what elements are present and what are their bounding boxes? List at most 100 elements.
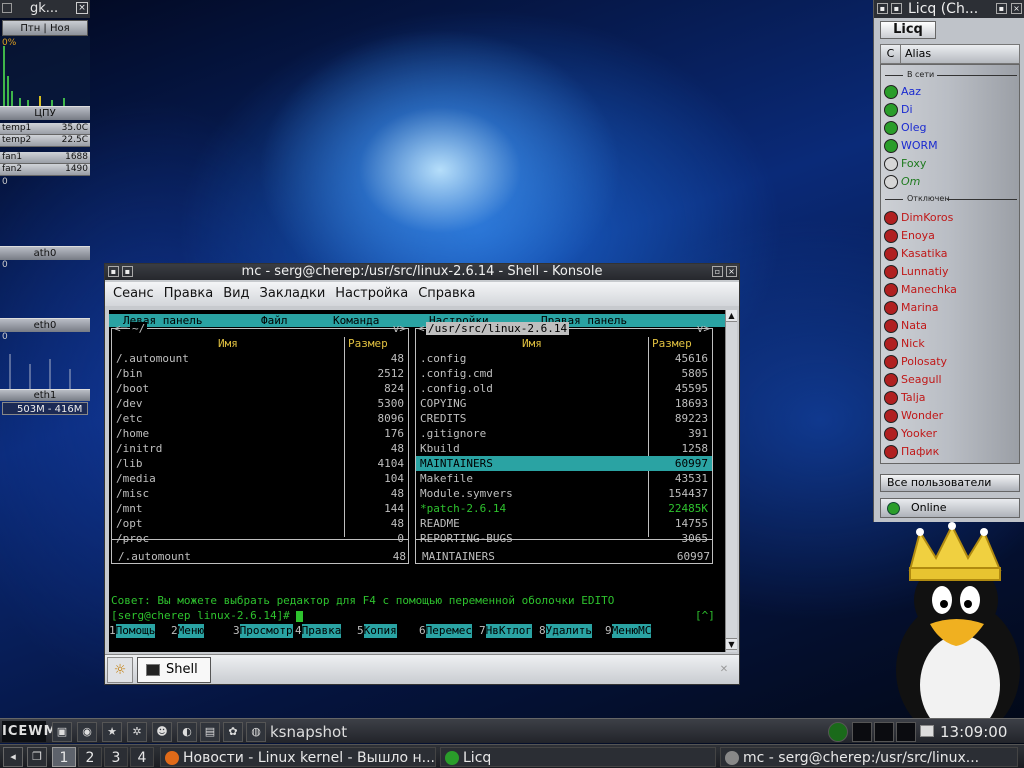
firefox-launcher-icon[interactable]: ◐ — [177, 722, 197, 742]
contact-item[interactable]: Enoya — [881, 227, 1019, 245]
file-row[interactable]: README 14755 — [416, 516, 712, 531]
file-row[interactable]: /dev 5300 — [112, 396, 408, 411]
column-status[interactable]: C — [881, 45, 901, 63]
new-session-button[interactable]: ☼ — [107, 657, 133, 683]
pin-icon[interactable]: ▪ — [891, 3, 902, 14]
licq-launcher-icon[interactable]: ✿ — [223, 722, 243, 742]
contact-item[interactable]: Yooker — [881, 425, 1019, 443]
file-row[interactable]: COPYING 18693 — [416, 396, 712, 411]
desktop-3-button[interactable]: 3 — [104, 747, 128, 767]
scroll-up-icon[interactable]: ▲ — [726, 310, 737, 322]
contact-item[interactable]: Lunnatiy — [881, 263, 1019, 281]
task-button[interactable]: Новости - Linux kernel - Вышло н... — [160, 747, 436, 767]
file-row[interactable]: /media 104 — [112, 471, 408, 486]
group-online[interactable]: В сети — [881, 69, 1019, 81]
tab-shell[interactable]: Shell — [137, 657, 211, 683]
shell-prompt[interactable]: [serg@cherep linux-2.6.14]# [^] — [111, 609, 715, 622]
snapshot-launcher-icon[interactable]: ◍ — [246, 722, 266, 742]
licq-titlebar[interactable]: ▪ ▪ Licq (Ch... ▪ × — [874, 0, 1024, 18]
users-launcher-icon[interactable]: ☻ — [152, 722, 172, 742]
fkey-button[interactable]: 7НвКтлог — [479, 624, 532, 638]
mail-icon[interactable] — [920, 725, 934, 737]
gkrellm-titlebar[interactable]: gk... × — [0, 0, 90, 18]
contact-item[interactable]: WORM — [881, 137, 1019, 155]
star-launcher-icon[interactable]: ★ — [102, 722, 122, 742]
contact-item[interactable]: Nata — [881, 317, 1019, 335]
contact-item[interactable]: Marina — [881, 299, 1019, 317]
maximize-icon[interactable]: ▫ — [712, 266, 723, 277]
menu-edit[interactable]: Правка — [159, 282, 218, 306]
file-row[interactable]: Kbuild 1258 — [416, 441, 712, 456]
file-row[interactable]: .config.cmd 5805 — [416, 366, 712, 381]
fkey-button[interactable]: 8Удалить — [539, 624, 592, 638]
fkey-button[interactable]: 9МенюMC — [605, 624, 652, 638]
menu-session[interactable]: Сеанс — [105, 282, 159, 306]
file-row[interactable]: /.automount 48 — [112, 351, 408, 366]
desktop-2-button[interactable]: 2 — [78, 747, 102, 767]
all-users-button[interactable]: Все пользователи — [880, 474, 1020, 492]
fkey-button[interactable]: 3Просмотр — [233, 624, 293, 638]
mc-right-panel[interactable]: < /usr/src/linux-2.6.14 v> Имя Размер MA… — [415, 322, 713, 564]
konsole-titlebar[interactable]: ▪ ▪ mc - serg@cherep:/usr/src/linux-2.6.… — [105, 264, 739, 280]
file-row[interactable]: .gitignore 391 — [416, 426, 712, 441]
group-offline[interactable]: Отключен — [881, 193, 1019, 205]
pin-icon[interactable] — [2, 3, 12, 13]
contact-item[interactable]: Talja — [881, 389, 1019, 407]
contact-item[interactable]: Nick — [881, 335, 1019, 353]
gear-launcher-icon[interactable]: ✲ — [127, 722, 147, 742]
file-row[interactable]: /lib 4104 — [112, 456, 408, 471]
file-row[interactable]: Makefile 43531 — [416, 471, 712, 486]
window-list-icon[interactable]: ◂ — [3, 747, 23, 767]
minimize-icon[interactable]: ▪ — [996, 3, 1007, 14]
window-launcher-icon[interactable]: ▤ — [200, 722, 220, 742]
contact-item[interactable]: Foxy — [881, 155, 1019, 173]
pin-icon[interactable]: ▪ — [122, 266, 133, 277]
menu-help[interactable]: Справка — [413, 282, 480, 306]
contact-item[interactable]: Kasatika — [881, 245, 1019, 263]
task-button[interactable]: mc - serg@cherep:/usr/src/linux... — [720, 747, 1018, 767]
contact-item[interactable]: Seagull — [881, 371, 1019, 389]
scroll-down-icon[interactable]: ▼ — [726, 638, 737, 650]
menu-view[interactable]: Вид — [218, 282, 254, 306]
licq-menu-button[interactable]: Licq — [880, 21, 936, 39]
menu-icon[interactable]: ▪ — [877, 3, 888, 14]
file-row[interactable]: Module.symvers 154437 — [416, 486, 712, 501]
close-icon[interactable]: × — [726, 266, 737, 277]
file-row[interactable]: *patch-2.6.14 22485K — [416, 501, 712, 516]
file-row[interactable]: /etc 8096 — [112, 411, 408, 426]
fkey-button[interactable]: 1Помощь — [109, 624, 156, 638]
file-row[interactable]: /home 176 — [112, 426, 408, 441]
mc-left-panel[interactable]: <─ ~/ v> Имя Размер /.automount 48 /.aut… — [111, 322, 409, 564]
browser-launcher-icon[interactable]: ◉ — [77, 722, 97, 742]
menu-icon[interactable]: ▪ — [108, 266, 119, 277]
start-menu-button[interactable]: ICEWM — [2, 721, 57, 742]
status-button[interactable]: Online — [880, 498, 1020, 518]
file-row[interactable]: .config 45616 — [416, 351, 712, 366]
menu-bookmarks[interactable]: Закладки — [255, 282, 331, 306]
show-desktop-icon[interactable]: ❐ — [27, 747, 47, 767]
file-row[interactable]: .config.old 45595 — [416, 381, 712, 396]
fkey-button[interactable]: 5Копия — [357, 624, 397, 638]
terminal-launcher-icon[interactable]: ▣ — [52, 722, 72, 742]
close-icon[interactable]: × — [1011, 3, 1022, 14]
menu-settings[interactable]: Настройка — [330, 282, 413, 306]
file-row[interactable]: REPORTING-BUGS 3065 — [416, 531, 712, 546]
contact-item[interactable]: DimKoros — [881, 209, 1019, 227]
contact-item[interactable]: Om — [881, 173, 1019, 191]
file-row[interactable]: CREDITS 89223 — [416, 411, 712, 426]
desktop-1-button[interactable]: 1 — [52, 747, 76, 767]
close-tab-icon[interactable]: ✕ — [715, 661, 733, 679]
contact-item[interactable]: Aaz — [881, 83, 1019, 101]
file-row[interactable]: /opt 48 — [112, 516, 408, 531]
licq-tray-icon[interactable] — [828, 722, 848, 742]
desktop-4-button[interactable]: 4 — [130, 747, 154, 767]
contact-item[interactable]: Пафик — [881, 443, 1019, 461]
file-row[interactable]: /misc 48 — [112, 486, 408, 501]
clock[interactable]: 13:09:00 — [940, 722, 1007, 742]
file-row[interactable]: /boot 824 — [112, 381, 408, 396]
file-row[interactable]: MAINTAINERS 60997 — [416, 456, 712, 471]
file-row[interactable]: /proc 0 — [112, 531, 408, 546]
fkey-button[interactable]: 2Меню — [171, 624, 205, 638]
terminal-scrollbar[interactable]: ▲ ▼ — [725, 310, 737, 652]
contact-item[interactable]: Polosaty — [881, 353, 1019, 371]
